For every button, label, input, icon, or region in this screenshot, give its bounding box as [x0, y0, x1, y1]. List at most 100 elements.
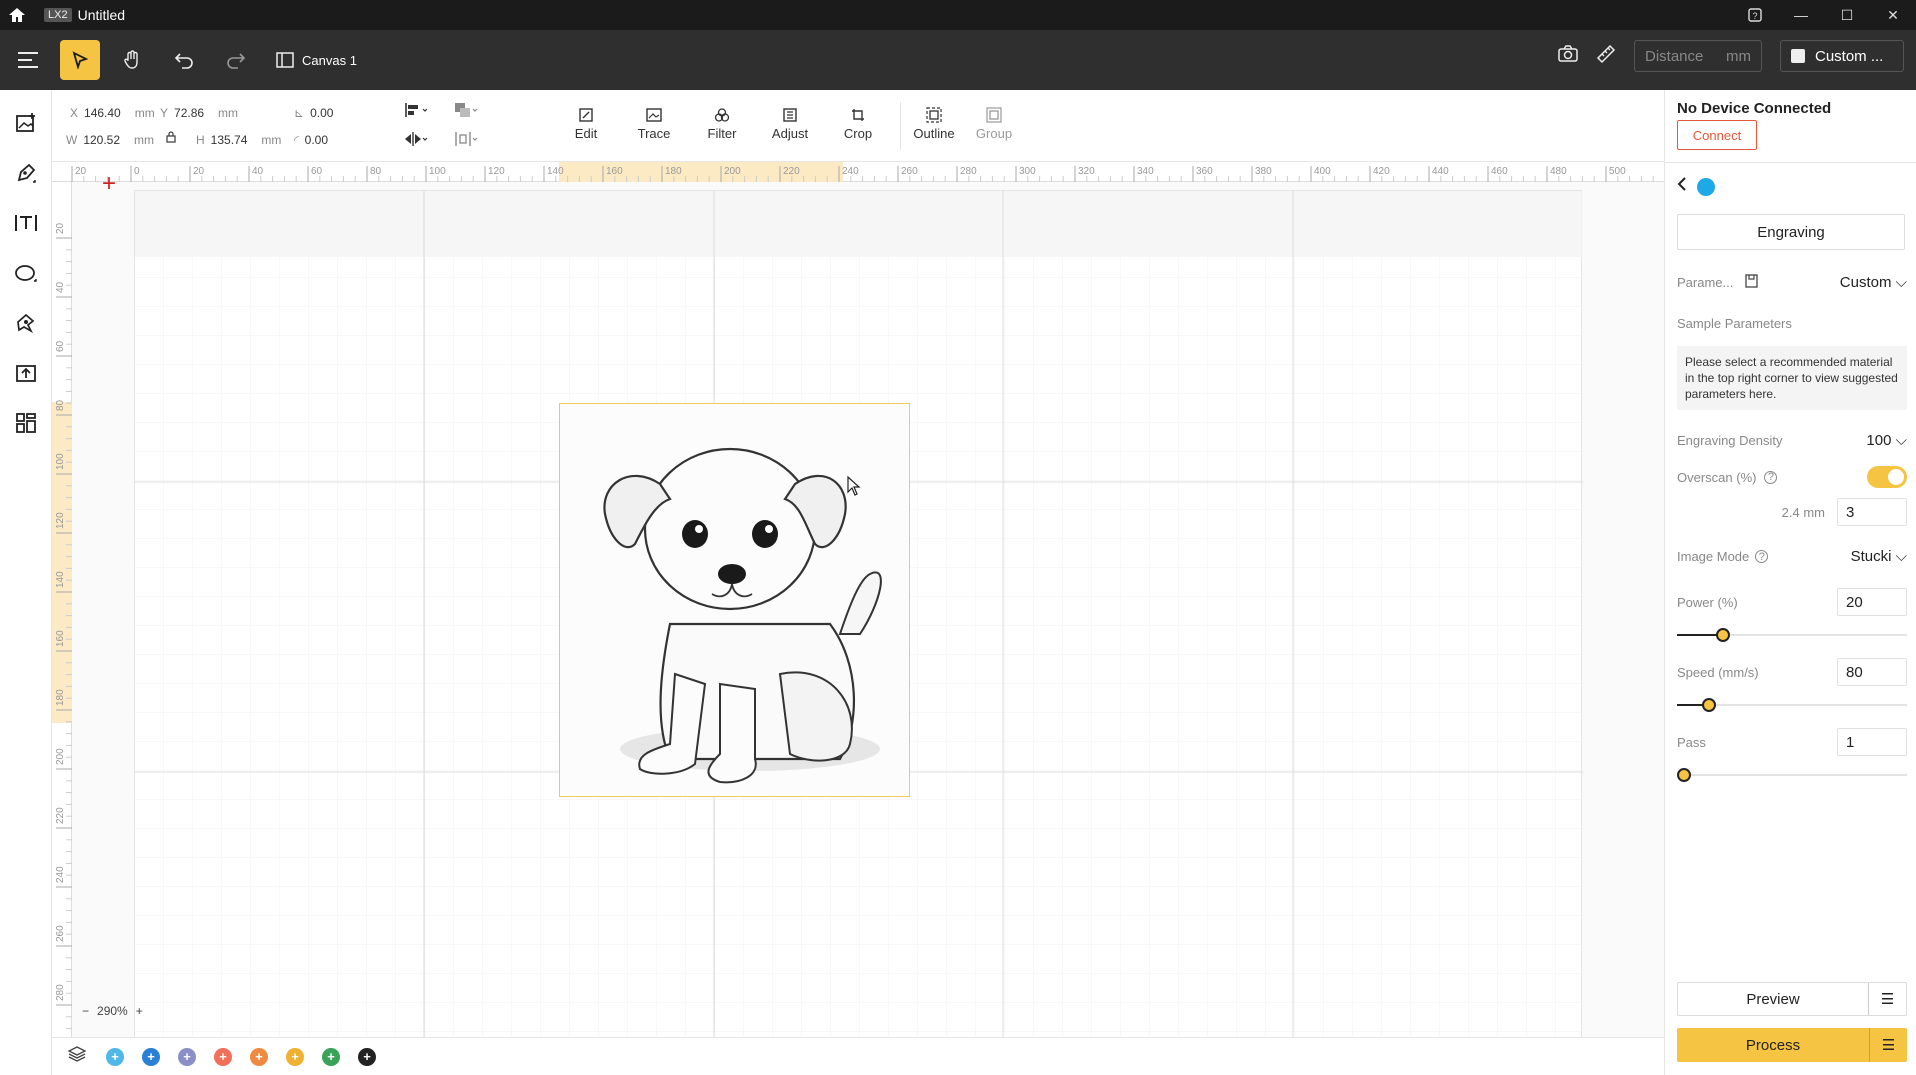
material-select-button[interactable]: Custom ... — [1780, 40, 1904, 72]
distance-input[interactable]: Distance mm — [1634, 40, 1762, 72]
arrange-icon[interactable] — [454, 102, 480, 123]
menu-icon[interactable] — [8, 40, 48, 80]
window-title: Untitled — [77, 7, 126, 23]
speed-row: Speed (mm/s) 80 — [1677, 658, 1907, 686]
import-icon[interactable] — [0, 348, 52, 398]
pass-slider[interactable] — [1677, 768, 1907, 782]
image-mode-select[interactable]: Stucki ⌵ — [1851, 548, 1907, 565]
y-field[interactable]: Y 72.86 mm — [160, 106, 238, 120]
selected-image[interactable] — [559, 403, 910, 797]
maximize-icon[interactable]: ☐ — [1824, 0, 1870, 30]
camera-icon[interactable] — [1558, 44, 1578, 68]
preview-menu-icon[interactable]: ☰ — [1868, 983, 1906, 1015]
pass-label: Pass — [1677, 734, 1706, 750]
align-icon[interactable] — [404, 102, 430, 123]
speed-slider-knob[interactable] — [1702, 698, 1717, 712]
measure-icon[interactable] — [1596, 44, 1616, 69]
height-field[interactable]: H 135.74 mm — [196, 133, 281, 147]
parameter-select[interactable]: Custom ⌵ — [1840, 274, 1907, 291]
overscan-mm: 2.4 mm — [1781, 504, 1825, 520]
back-icon[interactable] — [1677, 176, 1687, 197]
crop-tool[interactable]: Crop — [830, 104, 886, 141]
text-tool-icon[interactable] — [0, 198, 52, 248]
canvas-icon — [276, 52, 294, 68]
group-tool[interactable]: Group — [966, 104, 1022, 141]
ruler-label: 200 — [724, 166, 741, 177]
shape-tool-icon[interactable] — [0, 248, 52, 298]
layer-color-2[interactable]: + — [142, 1047, 160, 1066]
help-circle-icon[interactable]: ? — [1755, 550, 1769, 563]
process-button[interactable]: Process ☰ — [1677, 1028, 1907, 1062]
lock-ratio-icon[interactable] — [166, 131, 176, 146]
adjust-icon — [783, 108, 797, 122]
image-tool-icon[interactable] — [0, 98, 52, 148]
layer-color-5[interactable]: + — [250, 1047, 268, 1066]
zoom-in-icon[interactable]: + — [136, 1004, 143, 1018]
layer-color-7[interactable]: + — [322, 1047, 340, 1066]
overscan-toggle[interactable] — [1867, 466, 1907, 488]
minimize-icon[interactable]: — — [1778, 0, 1824, 30]
power-input[interactable]: 20 — [1837, 588, 1907, 616]
overscan-row: Overscan (%) ? — [1677, 466, 1907, 488]
ruler-label: 420 — [1373, 166, 1390, 177]
ruler-label: 220 — [783, 166, 800, 177]
overscan-input[interactable]: 3 — [1837, 498, 1907, 526]
sample-parameters-label: Sample Parameters — [1677, 316, 1792, 331]
layer-bar: + + + + + + + + — [52, 1037, 1664, 1075]
help-circle-icon[interactable]: ? — [1764, 470, 1778, 484]
distance-placeholder: Distance — [1645, 47, 1704, 65]
adjust-tool[interactable]: Adjust — [762, 104, 818, 141]
pass-input[interactable]: 1 — [1837, 728, 1907, 756]
filter-icon — [714, 108, 730, 122]
edit-tool[interactable]: Edit — [558, 104, 614, 141]
speed-input[interactable]: 80 — [1837, 658, 1907, 686]
hand-tool-icon[interactable] — [112, 40, 152, 80]
width-field[interactable]: W 120.52 mm — [66, 133, 154, 147]
ai-tool-icon[interactable] — [0, 298, 52, 348]
preview-button[interactable]: Preview ☰ — [1677, 982, 1907, 1016]
x-field[interactable]: X 146.40 mm — [70, 106, 155, 120]
select-tool-button[interactable] — [60, 40, 100, 80]
engraving-density-select[interactable]: 100 ⌵ — [1866, 432, 1907, 449]
canvas-workarea[interactable]: + — [72, 172, 1664, 1039]
outline-tool[interactable]: Outline — [906, 104, 962, 141]
save-param-icon[interactable] — [1745, 274, 1759, 291]
engraving-density-row: Engraving Density 100 ⌵ — [1677, 432, 1907, 449]
help-icon[interactable]: ? — [1732, 0, 1778, 30]
rotate-field[interactable]: ⊾ 0.00 — [294, 106, 333, 120]
close-icon[interactable]: ✕ — [1870, 0, 1916, 30]
layers-icon[interactable] — [67, 1045, 87, 1068]
speed-slider[interactable] — [1677, 698, 1907, 712]
undo-icon[interactable] — [164, 40, 204, 80]
layer-color-3[interactable]: + — [178, 1047, 196, 1066]
property-bar: X 146.40 mm Y 72.86 mm ⊾ 0.00 W 120.52 mm H 135.… — [52, 90, 1664, 162]
process-menu-icon[interactable]: ☰ — [1869, 1028, 1907, 1062]
power-slider-knob[interactable] — [1716, 628, 1730, 642]
layer-color-6[interactable]: + — [286, 1047, 304, 1066]
redo-icon[interactable] — [216, 40, 256, 80]
layer-color-8[interactable]: + — [358, 1047, 376, 1066]
layer-color-1[interactable]: + — [106, 1047, 124, 1066]
corner-radius-field[interactable]: ◜ 0.00 — [294, 133, 328, 147]
panel-divider — [1665, 162, 1916, 163]
parameter-row: Parame... Custom ⌵ — [1677, 274, 1907, 291]
pen-tool-icon[interactable] — [0, 148, 52, 198]
horizontal-ruler: 20 0 20 40 60 80 100 120 140 160 180 200 220 240 260 28… — [52, 162, 1664, 182]
distribute-icon[interactable] — [454, 131, 480, 152]
filter-tool[interactable]: Filter — [694, 104, 750, 141]
layer-color-4[interactable]: + — [214, 1047, 232, 1066]
ruler-label: 240 — [55, 866, 66, 883]
engraving-mode-tab[interactable]: Engraving — [1677, 214, 1905, 250]
ruler-label: 320 — [1078, 166, 1095, 177]
canvas-board[interactable] — [134, 190, 1583, 1039]
power-slider[interactable] — [1677, 628, 1907, 642]
home-icon[interactable] — [0, 0, 34, 30]
elements-icon[interactable] — [0, 398, 52, 448]
image-mode-row: Image Mode ? Stucki ⌵ — [1677, 548, 1907, 565]
pass-slider-knob[interactable] — [1677, 768, 1691, 782]
flip-icon[interactable] — [404, 131, 430, 152]
trace-tool[interactable]: Trace — [626, 104, 682, 141]
canvas-tab[interactable]: Canvas 1 — [276, 52, 357, 68]
zoom-out-icon[interactable]: − — [82, 1004, 89, 1018]
connect-button[interactable]: Connect — [1677, 120, 1757, 150]
